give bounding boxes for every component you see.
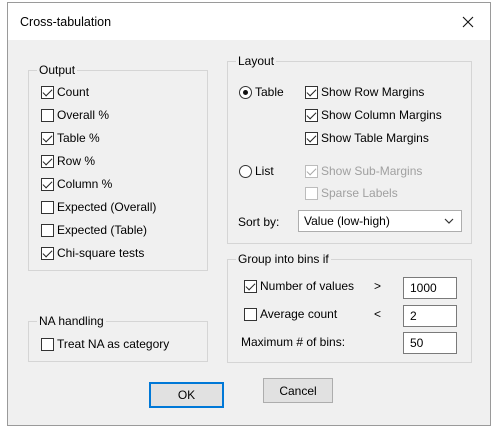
output-group-label: Output: [37, 63, 78, 77]
show-table-margins-label: Show Table Margins: [321, 131, 429, 145]
table-radio[interactable]: Table: [239, 84, 284, 100]
sparse-labels-label: Sparse Labels: [321, 186, 398, 200]
show-column-margins-box[interactable]: [305, 108, 318, 122]
close-icon: [462, 16, 474, 27]
show-sub-margins-label: Show Sub-Margins: [321, 164, 423, 178]
average-count-operator: <: [374, 307, 382, 321]
show-table-margins-checkbox[interactable]: Show Table Margins: [305, 130, 429, 146]
sort-by-select[interactable]: Value (low-high): [298, 210, 462, 232]
max-bins-label: Maximum # of bins:: [241, 335, 346, 349]
row-pct-checkbox-box[interactable]: [41, 154, 54, 168]
number-of-values-value: 1000: [410, 281, 437, 295]
cancel-button-label: Cancel: [279, 383, 317, 398]
expected-overall-checkbox-box[interactable]: [41, 200, 54, 214]
average-count-input[interactable]: 2: [403, 305, 457, 327]
number-of-values-input[interactable]: 1000: [403, 277, 457, 299]
row-pct-checkbox[interactable]: Row %: [41, 153, 95, 169]
sparse-labels-box[interactable]: [305, 186, 318, 200]
table-radio-button[interactable]: [239, 85, 252, 99]
table-radio-label: Table: [255, 85, 284, 99]
column-pct-checkbox-box[interactable]: [41, 177, 54, 191]
number-of-values-checkbox[interactable]: Number of values: [244, 278, 354, 294]
average-count-label: Average count: [260, 307, 338, 321]
show-sub-margins-box[interactable]: [305, 164, 318, 178]
output-group: Output: [28, 63, 208, 271]
na-handling-group-label: NA handling: [37, 314, 106, 328]
title-bar[interactable]: Cross-tabulation: [8, 3, 490, 40]
max-bins-value: 50: [410, 336, 424, 350]
expected-overall-label: Expected (Overall): [57, 200, 157, 214]
overall-pct-checkbox-box[interactable]: [41, 108, 54, 122]
treat-na-checkbox[interactable]: Treat NA as category: [41, 336, 169, 352]
column-pct-label: Column %: [57, 177, 113, 191]
show-sub-margins-checkbox[interactable]: Show Sub-Margins: [305, 163, 422, 179]
show-column-margins-label: Show Column Margins: [321, 108, 442, 122]
cancel-button[interactable]: Cancel: [263, 378, 333, 403]
row-pct-label: Row %: [57, 154, 96, 168]
list-radio-button[interactable]: [239, 164, 252, 178]
expected-table-label: Expected (Table): [57, 223, 148, 237]
show-column-margins-checkbox[interactable]: Show Column Margins: [305, 107, 442, 123]
number-of-values-operator: >: [374, 279, 382, 293]
show-row-margins-checkbox[interactable]: Show Row Margins: [305, 84, 424, 100]
close-button[interactable]: [446, 3, 490, 40]
table-pct-checkbox[interactable]: Table %: [41, 130, 100, 146]
number-of-values-label: Number of values: [260, 279, 355, 293]
chi-square-checkbox-box[interactable]: [41, 246, 54, 260]
sort-by-value: Value (low-high): [304, 214, 390, 228]
treat-na-label: Treat NA as category: [57, 337, 170, 351]
overall-pct-checkbox[interactable]: Overall %: [41, 107, 109, 123]
cross-tabulation-dialog: Cross-tabulation Output Count Overall % …: [7, 2, 491, 426]
average-count-value: 2: [410, 309, 417, 323]
expected-overall-checkbox[interactable]: Expected (Overall): [41, 199, 156, 215]
overall-pct-label: Overall %: [57, 108, 110, 122]
show-row-margins-label: Show Row Margins: [321, 85, 425, 99]
chevron-down-icon: [444, 218, 454, 224]
expected-table-checkbox-box[interactable]: [41, 223, 54, 237]
dialog-title: Cross-tabulation: [20, 15, 112, 29]
sparse-labels-checkbox[interactable]: Sparse Labels: [305, 185, 398, 201]
average-count-checkbox[interactable]: Average count: [244, 306, 337, 322]
show-table-margins-box[interactable]: [305, 131, 318, 145]
max-bins-input[interactable]: 50: [403, 332, 457, 354]
number-of-values-box[interactable]: [244, 279, 257, 293]
count-checkbox-box[interactable]: [41, 85, 54, 99]
layout-group-label: Layout: [236, 54, 277, 68]
count-checkbox[interactable]: Count: [41, 84, 89, 100]
expected-table-checkbox[interactable]: Expected (Table): [41, 222, 147, 238]
show-row-margins-box[interactable]: [305, 85, 318, 99]
list-radio-label: List: [255, 164, 274, 178]
count-label: Count: [57, 85, 90, 99]
chi-square-label: Chi-square tests: [57, 246, 145, 260]
bins-group-label: Group into bins if: [236, 252, 331, 266]
sort-by-label: Sort by:: [238, 215, 280, 229]
average-count-box[interactable]: [244, 307, 257, 321]
chi-square-checkbox[interactable]: Chi-square tests: [41, 245, 144, 261]
list-radio[interactable]: List: [239, 163, 274, 179]
ok-button-label: OK: [177, 388, 196, 402]
table-pct-checkbox-box[interactable]: [41, 131, 54, 145]
table-pct-label: Table %: [57, 131, 100, 145]
treat-na-checkbox-box[interactable]: [41, 337, 54, 351]
column-pct-checkbox[interactable]: Column %: [41, 176, 112, 192]
ok-button[interactable]: OK: [149, 382, 224, 408]
